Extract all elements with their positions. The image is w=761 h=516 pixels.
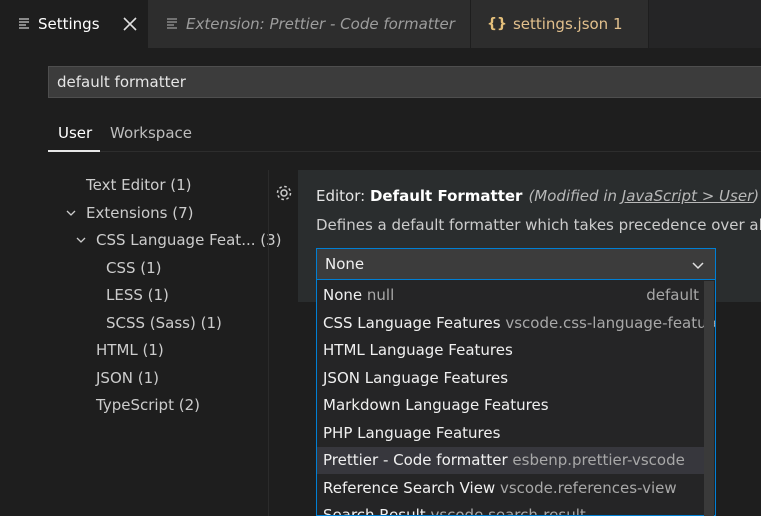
default-formatter-select[interactable]: None — [316, 248, 716, 280]
toc-item-label: Text Editor (1) — [86, 176, 192, 194]
setting-name: Default Formatter — [369, 187, 523, 205]
toc-divider — [268, 170, 269, 516]
tab-extension-prettier[interactable]: Extension: Prettier - Code formatter — [148, 0, 471, 48]
option-html-language-features[interactable]: HTML Language Features — [317, 337, 713, 364]
toc-item-text-editor[interactable]: Text Editor (1) — [86, 174, 192, 196]
toc-item-label: Extensions (7) — [86, 204, 194, 222]
chevron-down-icon[interactable] — [65, 207, 77, 219]
option-reference-search-view[interactable]: Reference Search View vscode.references-… — [317, 475, 713, 502]
toc-item-label: JSON (1) — [96, 369, 159, 387]
setting-description: Defines a default formatter which takes … — [316, 216, 761, 234]
tab-label: Extension: Prettier - Code formatter — [186, 15, 455, 33]
option-css-language-features[interactable]: CSS Language Features vscode.css-languag… — [317, 310, 715, 337]
tab-settings[interactable]: Settings — [0, 0, 148, 48]
toc-item-extensions[interactable]: Extensions (7) — [86, 202, 193, 224]
option-search-result[interactable]: Search Result vscode.search-result — [317, 502, 713, 515]
option-none[interactable]: None null default — [317, 282, 713, 309]
tab-settings-json[interactable]: {} settings.json 1 — [471, 0, 649, 48]
active-tab-indicator — [48, 150, 100, 152]
lines-icon — [166, 15, 180, 33]
editor-tab-bar: Settings Extension: Prettier - Code form… — [0, 0, 761, 48]
toc-item-less[interactable]: LESS (1) — [106, 284, 169, 306]
lines-icon — [18, 15, 32, 33]
option-markdown-language-features[interactable]: Markdown Language Features — [317, 392, 713, 419]
toc-item-label: LESS (1) — [106, 286, 169, 304]
close-icon[interactable] — [120, 14, 140, 34]
option-json-language-features[interactable]: JSON Language Features — [317, 365, 713, 392]
tab-user[interactable]: User — [58, 122, 92, 144]
toc-item-label: HTML (1) — [96, 341, 164, 359]
chevron-down-icon[interactable] — [75, 234, 87, 246]
toc-item-label: CSS Language Feat... (3) — [96, 231, 282, 249]
toc-item-css[interactable]: CSS (1) — [106, 257, 162, 279]
toc-item-json[interactable]: JSON (1) — [96, 367, 159, 389]
toc-item-label: CSS (1) — [106, 259, 162, 277]
toc-item-typescript[interactable]: TypeScript (2) — [96, 394, 200, 416]
modified-indicator: (Modified in JavaScript > User) — [528, 187, 760, 205]
option-prettier[interactable]: Prettier - Code formatter esbenp.prettie… — [317, 447, 713, 474]
tab-label: Settings — [38, 15, 100, 33]
option-php-language-features[interactable]: PHP Language Features — [317, 420, 713, 447]
toc-item-html[interactable]: HTML (1) — [96, 339, 164, 361]
divider — [48, 151, 761, 152]
chevron-down-icon — [692, 262, 704, 270]
default-badge: default — [646, 286, 699, 304]
select-dropdown-list: None null default CSS Language Features … — [316, 280, 716, 516]
setting-category: Editor: — [316, 187, 370, 205]
toc-item-scss[interactable]: SCSS (Sass) (1) — [106, 312, 222, 334]
select-value: None — [325, 255, 365, 273]
json-braces-icon: {} — [487, 16, 507, 32]
tab-workspace[interactable]: Workspace — [110, 122, 192, 144]
toc-item-label: TypeScript (2) — [96, 396, 200, 414]
gear-icon[interactable] — [274, 183, 294, 203]
setting-title: Editor: Default Formatter (Modified in Ja… — [316, 187, 759, 205]
modified-scope-link[interactable]: JavaScript > User — [622, 187, 753, 205]
settings-search-input[interactable]: default formatter — [48, 66, 761, 98]
toc-item-label: SCSS (Sass) (1) — [106, 314, 222, 332]
tab-label: settings.json 1 — [512, 15, 623, 33]
dropdown-scrollbar[interactable] — [704, 281, 714, 516]
toc-item-css-language-features[interactable]: CSS Language Feat... (3) — [96, 229, 282, 251]
